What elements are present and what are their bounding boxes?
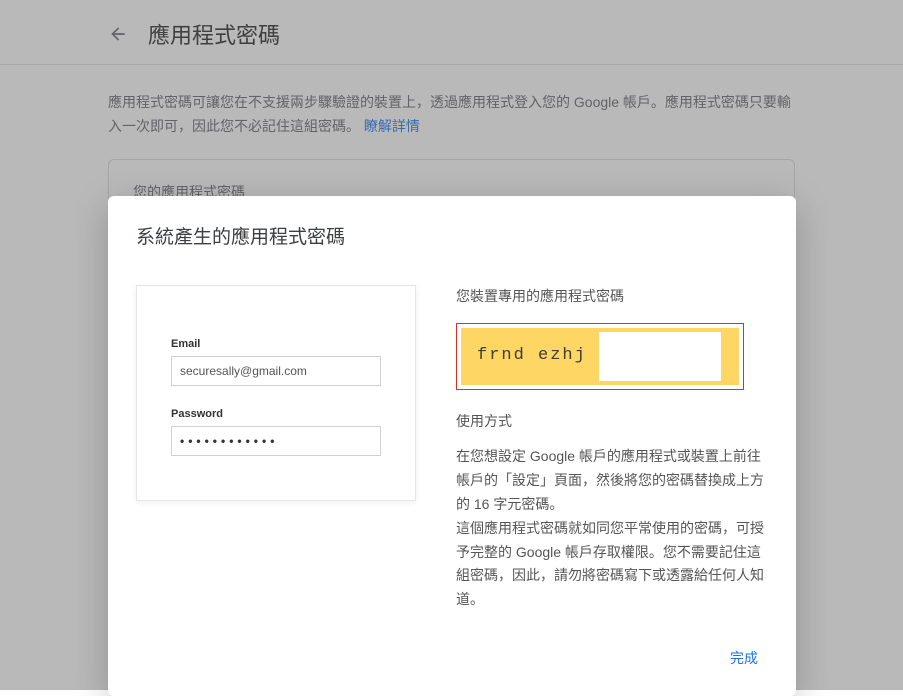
password-label: Password (171, 408, 381, 420)
done-button[interactable]: 完成 (720, 642, 768, 674)
generated-password-text: frnd ezhj (477, 346, 587, 365)
generated-password-modal: 系統產生的應用程式密碼 Email Password 您裝置專用的應用程式密碼 … (108, 196, 796, 696)
modal-title: 系統產生的應用程式密碼 (136, 222, 768, 249)
generated-password-container: frnd ezhj (456, 323, 744, 390)
generated-password-value: frnd ezhj (461, 328, 739, 385)
email-field (171, 356, 381, 386)
usage-text: 在您想設定 Google 帳戶的應用程式或裝置上前往帳戶的「設定」頁面，然後將您… (456, 445, 768, 612)
device-password-heading: 您裝置專用的應用程式密碼 (456, 285, 768, 309)
password-stripe (721, 332, 729, 381)
password-mask (599, 332, 729, 381)
email-label: Email (171, 338, 381, 350)
password-field (171, 426, 381, 456)
login-preview-card: Email Password (136, 285, 416, 501)
usage-heading: 使用方式 (456, 410, 768, 434)
